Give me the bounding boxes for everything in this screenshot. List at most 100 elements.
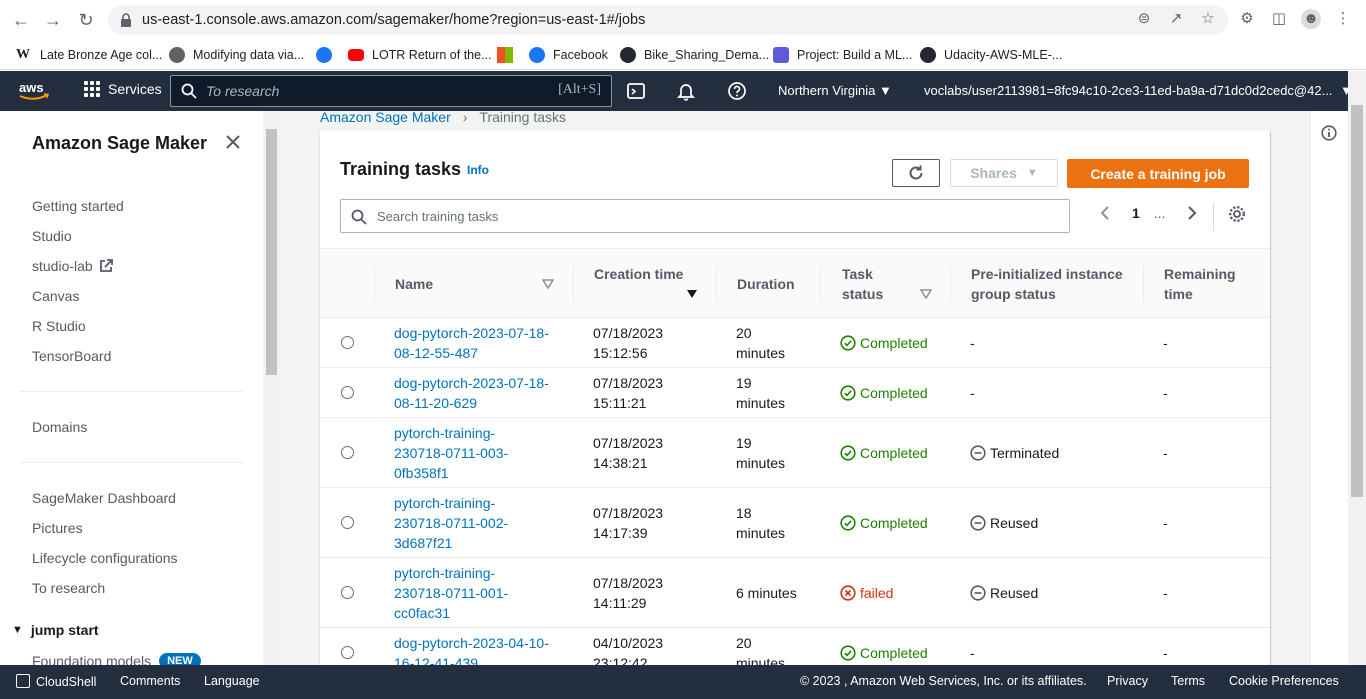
language-selector[interactable]: Language: [204, 674, 260, 688]
bookmark-item[interactable]: Project: Build a ML...: [773, 44, 912, 66]
terminal-icon: [16, 674, 30, 688]
sort-icon[interactable]: [920, 289, 932, 299]
bookmark-item[interactable]: [497, 44, 521, 66]
sidebar-item-r-studio[interactable]: R Studio: [32, 318, 86, 334]
sidebar-item-foundation-models[interactable]: Foundation models NEW: [32, 653, 201, 665]
table-row[interactable]: pytorch-training-230718-0711-002-3d687f2…: [320, 488, 1270, 558]
remaining-time: -: [1163, 515, 1168, 531]
gear-icon[interactable]: [1228, 205, 1246, 223]
bell-icon[interactable]: [676, 81, 696, 101]
bookmark-item[interactable]: LOTR Return of the...: [348, 44, 492, 66]
page-scroll-thumb[interactable]: [1351, 105, 1363, 497]
table-row[interactable]: dog-pytorch-2023-07-18-08-11-20-629 07/1…: [320, 368, 1270, 418]
status-badge: Completed: [840, 443, 928, 463]
cookie-preferences-link[interactable]: Cookie Preferences: [1229, 674, 1339, 688]
job-name-link[interactable]: pytorch-training-230718-0711-003-0fb358f…: [394, 423, 524, 483]
page-number[interactable]: 1: [1132, 205, 1140, 221]
job-name-link[interactable]: pytorch-training-230718-0711-002-3d687f2…: [394, 493, 524, 553]
sort-descending-icon[interactable]: [686, 289, 698, 299]
address-bar[interactable]: us-east-1.console.aws.amazon.com/sagemak…: [108, 5, 1228, 35]
new-badge: NEW: [159, 653, 201, 665]
bookmark-item[interactable]: Bike_Sharing_Dema...: [620, 44, 769, 66]
close-icon[interactable]: [224, 133, 242, 151]
browser-menu-icon[interactable]: ⋮: [1333, 9, 1353, 29]
forward-arrow-icon[interactable]: →: [42, 9, 64, 31]
column-header-creation-time[interactable]: Creation time: [594, 264, 684, 284]
sidebar-scrollbar[interactable]: [263, 111, 280, 665]
column-header-remaining-time: Remaining time: [1164, 266, 1236, 302]
facebook-icon: [529, 47, 545, 63]
translate-icon[interactable]: ⊜: [1134, 9, 1154, 29]
console-search-input[interactable]: To research [Alt+S]: [170, 75, 612, 107]
refresh-button[interactable]: [892, 159, 940, 187]
table-row[interactable]: pytorch-training-230718-0711-001-cc0fac3…: [320, 558, 1270, 628]
sidebar-title: Amazon Sage Maker: [32, 133, 208, 153]
sidebar-item-to-research[interactable]: To research: [32, 580, 105, 596]
column-header-task-status[interactable]: Task status: [842, 264, 902, 304]
cloudshell-button[interactable]: CloudShell: [16, 674, 96, 689]
duration: 20 minutes: [736, 635, 786, 665]
sidebar-scroll-thumb[interactable]: [266, 129, 277, 375]
info-link[interactable]: Info: [467, 163, 489, 177]
table-row[interactable]: pytorch-training-230718-0711-003-0fb358f…: [320, 418, 1270, 488]
sidebar-item-studio-lab[interactable]: studio-lab: [32, 258, 113, 274]
terms-link[interactable]: Terms: [1171, 674, 1205, 688]
row-radio[interactable]: [341, 446, 354, 459]
row-radio[interactable]: [341, 646, 354, 659]
reload-icon[interactable]: ↻: [75, 9, 97, 31]
help-icon[interactable]: [727, 81, 747, 101]
search-training-tasks-input[interactable]: Search training tasks: [340, 199, 1070, 233]
create-training-job-button[interactable]: Create a training job: [1067, 159, 1249, 188]
profile-avatar-icon[interactable]: ☻: [1301, 9, 1321, 29]
breadcrumb-link-sagemaker[interactable]: Amazon Sage Maker: [320, 111, 451, 125]
info-icon[interactable]: [1321, 125, 1337, 141]
services-menu-button[interactable]: Services: [84, 81, 162, 97]
job-name-link[interactable]: dog-pytorch-2023-07-18-08-12-55-487: [394, 323, 554, 363]
sidebar-item-canvas[interactable]: Canvas: [32, 288, 79, 304]
share-icon[interactable]: ↗: [1166, 9, 1186, 29]
bookmark-item[interactable]: [316, 44, 340, 66]
sidebar-item-lifecycle-configurations[interactable]: Lifecycle configurations: [32, 550, 178, 566]
row-radio[interactable]: [341, 336, 354, 349]
row-radio[interactable]: [341, 586, 354, 599]
creation-time: 07/18/2023 14:11:29: [593, 575, 664, 611]
sidebar-item-getting-started[interactable]: Getting started: [32, 198, 124, 214]
cloudshell-icon[interactable]: [626, 81, 646, 101]
side-panel-icon[interactable]: ◫: [1269, 9, 1289, 29]
sidebar-item-pictures[interactable]: Pictures: [32, 520, 83, 536]
privacy-link[interactable]: Privacy: [1107, 674, 1148, 688]
row-radio[interactable]: [341, 386, 354, 399]
comments-link[interactable]: Comments: [120, 674, 180, 688]
sidebar-item-tensorboard[interactable]: TensorBoard: [32, 348, 111, 364]
chevron-right-icon: ›: [462, 111, 468, 125]
job-name-link[interactable]: dog-pytorch-2023-07-18-08-11-20-629: [394, 373, 554, 413]
bookmark-item[interactable]: Udacity-AWS-MLE-...: [920, 44, 1062, 66]
chevron-right-icon[interactable]: [1183, 205, 1199, 221]
remaining-time: -: [1163, 385, 1168, 401]
bookmark-item[interactable]: Modifying data via...: [169, 44, 304, 66]
row-radio[interactable]: [341, 516, 354, 529]
table-row[interactable]: dog-pytorch-2023-04-10-16-12-41-439 04/1…: [320, 628, 1270, 665]
sidebar-section-jump-start[interactable]: ▼ jump start: [12, 622, 99, 638]
bookmark-item[interactable]: Facebook: [529, 44, 608, 66]
extensions-icon[interactable]: ⚙: [1237, 9, 1257, 29]
page-scrollbar[interactable]: [1348, 71, 1366, 665]
star-icon[interactable]: ☆: [1198, 9, 1218, 29]
sidebar-item-domains[interactable]: Domains: [32, 419, 87, 435]
creation-time: 07/18/2023 14:38:21: [593, 435, 664, 471]
region-selector[interactable]: Northern Virginia ▼: [778, 83, 892, 98]
aws-logo[interactable]: aws: [18, 80, 50, 102]
column-header-name[interactable]: Name: [395, 274, 433, 294]
shares-button[interactable]: Shares ▼: [950, 159, 1058, 187]
sidebar-item-dashboard[interactable]: SageMaker Dashboard: [32, 490, 176, 506]
bookmarks-bar: W Late Bronze Age col... Modifying data v…: [0, 40, 1366, 70]
account-menu[interactable]: voclabs/user2113981=8fc94c10-2ce3-11ed-b…: [924, 83, 1353, 98]
bookmark-item[interactable]: W Late Bronze Age col...: [16, 44, 162, 66]
chevron-left-icon[interactable]: [1098, 205, 1114, 221]
job-name-link[interactable]: pytorch-training-230718-0711-001-cc0fac3…: [394, 563, 524, 623]
sort-icon[interactable]: [542, 279, 554, 289]
job-name-link[interactable]: dog-pytorch-2023-04-10-16-12-41-439: [394, 633, 554, 665]
table-row[interactable]: dog-pytorch-2023-07-18-08-12-55-487 07/1…: [320, 318, 1270, 368]
back-arrow-icon[interactable]: ←: [10, 9, 32, 31]
sidebar-item-studio[interactable]: Studio: [32, 228, 72, 244]
